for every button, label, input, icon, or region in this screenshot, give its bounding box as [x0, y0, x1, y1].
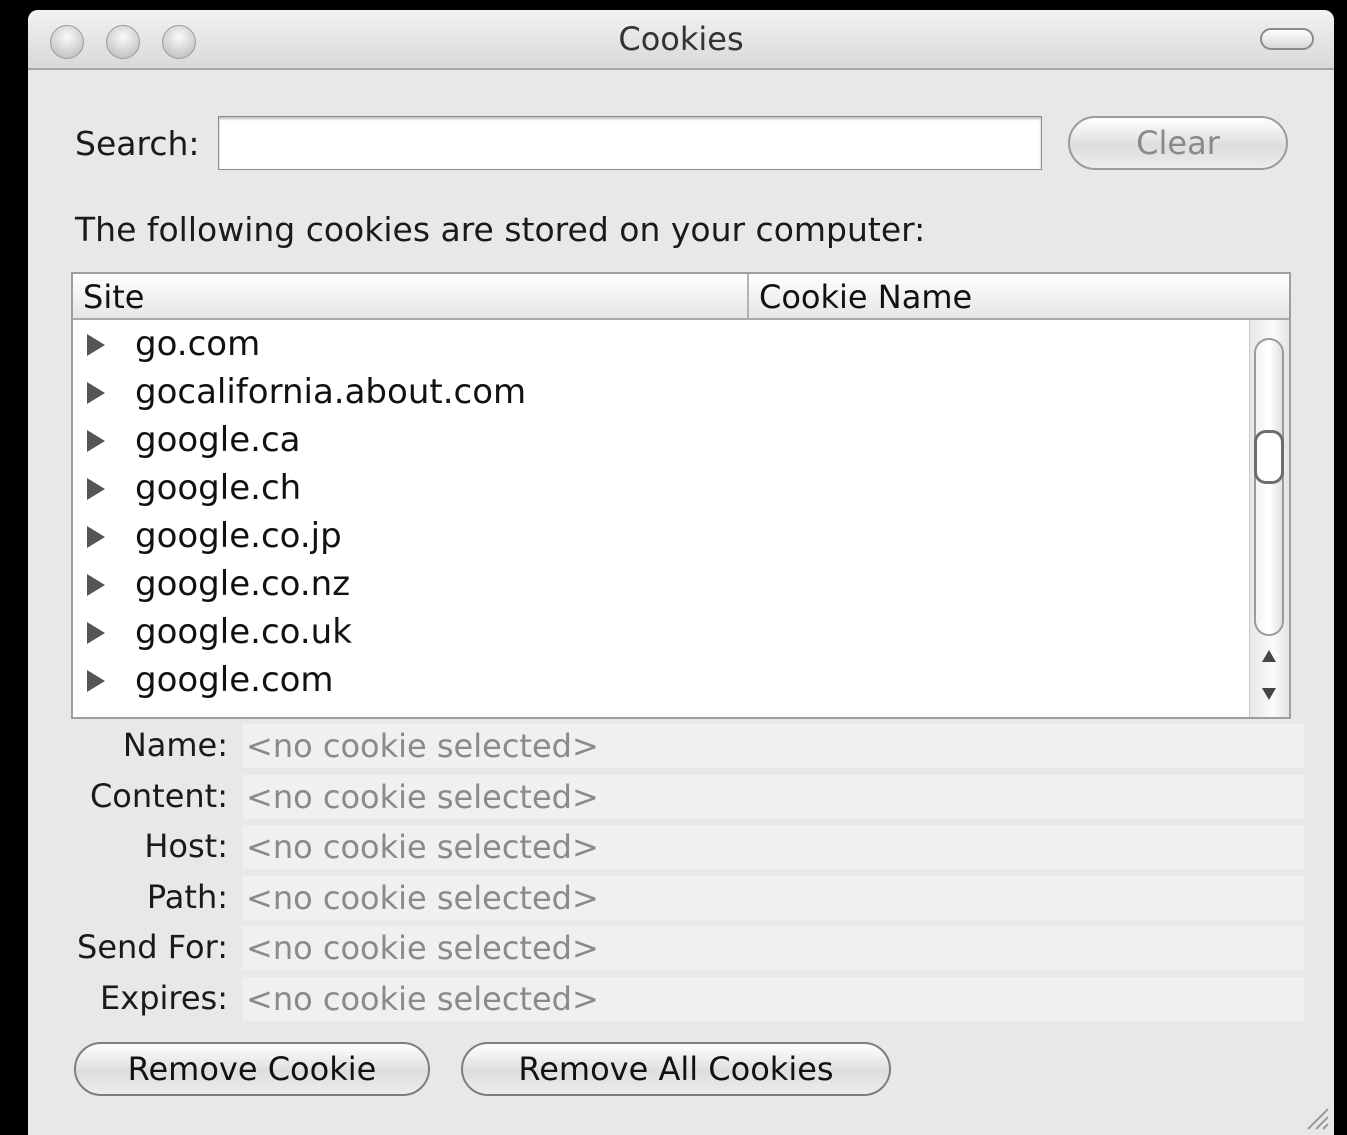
site-name: go.com	[135, 324, 261, 364]
send-for-value: <no cookie selected>	[242, 926, 1304, 970]
column-header-site[interactable]: Site	[73, 274, 749, 318]
search-label: Search:	[75, 124, 200, 163]
disclosure-triangle-icon[interactable]	[87, 526, 105, 548]
site-name: google.co.uk	[135, 612, 352, 652]
path-label: Path:	[146, 878, 228, 916]
name-value: <no cookie selected>	[242, 724, 1304, 768]
disclosure-triangle-icon[interactable]	[87, 334, 105, 356]
content-label: Content:	[89, 777, 228, 815]
disclosure-triangle-icon[interactable]	[87, 478, 105, 500]
remove-cookie-button[interactable]: Remove Cookie	[74, 1042, 430, 1096]
cookies-description: The following cookies are stored on your…	[75, 210, 926, 249]
table-row[interactable]: google.ca	[73, 416, 1249, 464]
site-name: google.ch	[135, 468, 302, 508]
table-body: go.com gocalifornia.about.com google.ca …	[73, 320, 1249, 717]
vertical-scrollbar[interactable]	[1249, 320, 1289, 717]
clear-button[interactable]: Clear	[1068, 116, 1288, 170]
scrollbar-thumb[interactable]	[1254, 430, 1284, 484]
cookies-window: Cookies Search: Clear The following cook…	[28, 10, 1334, 1135]
search-input[interactable]	[218, 116, 1042, 170]
column-header-cookie-name[interactable]: Cookie Name	[749, 274, 1289, 318]
table-row[interactable]: go.com	[73, 320, 1249, 368]
host-label: Host:	[144, 827, 228, 865]
table-row[interactable]: google.co.uk	[73, 608, 1249, 656]
table-row[interactable]: google.co.nz	[73, 560, 1249, 608]
disclosure-triangle-icon[interactable]	[87, 622, 105, 644]
scroll-down-arrow-icon[interactable]	[1262, 688, 1276, 700]
site-name: google.ca	[135, 420, 301, 460]
title-bar[interactable]: Cookies	[28, 10, 1334, 70]
scrollbar-track[interactable]	[1254, 338, 1284, 636]
content-value: <no cookie selected>	[242, 775, 1304, 819]
path-value: <no cookie selected>	[242, 876, 1304, 920]
window-title: Cookies	[618, 20, 744, 58]
host-value: <no cookie selected>	[242, 825, 1304, 869]
table-row[interactable]: google.com	[73, 656, 1249, 704]
table-header: Site Cookie Name	[73, 274, 1289, 320]
disclosure-triangle-icon[interactable]	[87, 382, 105, 404]
resize-grip-icon[interactable]	[1300, 1101, 1330, 1131]
site-name: google.co.jp	[135, 516, 342, 556]
scroll-up-arrow-icon[interactable]	[1262, 650, 1276, 662]
table-row[interactable]: google.ch	[73, 464, 1249, 512]
site-name: gocalifornia.about.com	[135, 372, 527, 412]
table-row[interactable]: google.co.jp	[73, 512, 1249, 560]
site-name: google.com	[135, 660, 334, 700]
send-for-label: Send For:	[77, 928, 228, 966]
disclosure-triangle-icon[interactable]	[87, 670, 105, 692]
name-label: Name:	[122, 726, 228, 764]
cookies-table: Site Cookie Name go.com gocalifornia.abo…	[71, 272, 1291, 719]
table-row[interactable]: gocalifornia.about.com	[73, 368, 1249, 416]
toolbar-toggle-button[interactable]	[1260, 28, 1314, 50]
expires-label: Expires:	[100, 979, 228, 1017]
remove-all-cookies-button[interactable]: Remove All Cookies	[461, 1042, 891, 1096]
disclosure-triangle-icon[interactable]	[87, 430, 105, 452]
disclosure-triangle-icon[interactable]	[87, 574, 105, 596]
expires-value: <no cookie selected>	[242, 977, 1304, 1021]
site-name: google.co.nz	[135, 564, 351, 604]
